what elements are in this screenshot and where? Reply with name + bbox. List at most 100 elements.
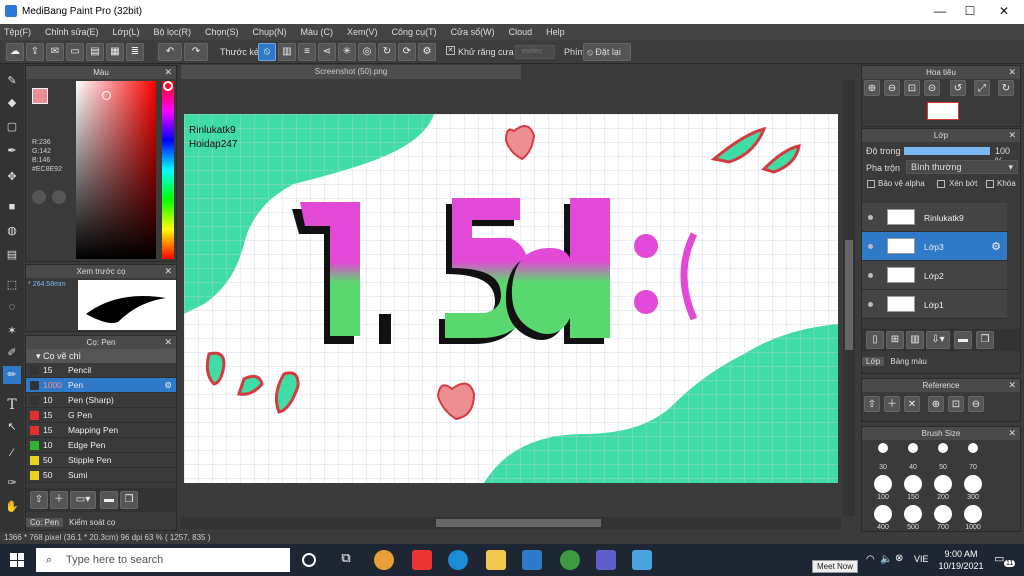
canvas[interactable]: Rinlukatk9 Hoidap247 bbox=[184, 114, 838, 483]
menu-window[interactable]: Cửa sổ(W) bbox=[451, 27, 495, 37]
no-ruler-icon[interactable]: ⦸ bbox=[258, 43, 276, 61]
maximize-button[interactable]: ☐ bbox=[960, 4, 980, 18]
app-icon[interactable] bbox=[560, 550, 580, 570]
undo-button[interactable]: ↶ bbox=[158, 43, 182, 61]
close-icon[interactable]: ✕ bbox=[1008, 427, 1016, 440]
brush-size-dot[interactable] bbox=[964, 505, 982, 523]
windows-start-icon[interactable] bbox=[10, 553, 24, 567]
folder-icon[interactable]: ▬ bbox=[100, 491, 118, 509]
taskbar-search-box[interactable]: ⌕ Type here to search bbox=[36, 548, 290, 572]
menu-color[interactable]: Màu (C) bbox=[301, 27, 334, 37]
fullscreen-icon[interactable]: ⤢ bbox=[974, 80, 990, 96]
brush-item[interactable]: 1000 Pen ⚙ bbox=[26, 378, 176, 393]
horizontal-scrollbar[interactable] bbox=[181, 517, 841, 529]
select-pen-icon[interactable]: ✐ bbox=[3, 344, 21, 362]
perspective-icon[interactable]: ⋖ bbox=[318, 43, 336, 61]
notification-icon[interactable]: ▭ bbox=[994, 552, 1004, 565]
chat-icon[interactable]: ▭ bbox=[66, 43, 84, 61]
pen-tool-icon[interactable]: ✒ bbox=[3, 142, 21, 160]
new-layer-plus-icon[interactable]: ⊞ bbox=[886, 331, 904, 349]
ellipse-icon[interactable]: ⟳ bbox=[398, 43, 416, 61]
eraser-tool-icon[interactable]: ◆ bbox=[3, 94, 21, 112]
document-tab[interactable]: Screenshot (50).png bbox=[181, 65, 521, 79]
close-button[interactable]: ✕ bbox=[994, 4, 1014, 18]
blend-select[interactable]: Bình thường ▾ bbox=[906, 160, 1018, 174]
gear-icon[interactable]: ⚙ bbox=[991, 240, 1001, 253]
zoom-out-icon[interactable]: ⊖ bbox=[968, 396, 984, 412]
layer-row[interactable]: Rinlukatk9 bbox=[862, 203, 1007, 232]
edge-icon[interactable] bbox=[448, 550, 468, 570]
vertical-scroll-thumb[interactable] bbox=[845, 240, 853, 350]
rotate-right-icon[interactable]: ↻ bbox=[998, 80, 1014, 96]
remove-reference-icon[interactable]: ✕ bbox=[904, 396, 920, 412]
wifi-icon[interactable]: ◠ bbox=[866, 554, 875, 565]
brush-size-dot[interactable] bbox=[908, 443, 918, 453]
menu-select[interactable]: Chọn(S) bbox=[205, 27, 239, 37]
brush-size-dot[interactable] bbox=[874, 505, 892, 523]
tab-brush-control[interactable]: Kiểm soát cọ bbox=[65, 518, 119, 527]
dropper-icon[interactable]: ✑ bbox=[3, 474, 21, 492]
rotate-left-icon[interactable]: ↺ bbox=[950, 80, 966, 96]
menu-layer[interactable]: Lớp(L) bbox=[113, 27, 140, 37]
close-notify-icon[interactable]: ⊗ bbox=[895, 553, 903, 564]
brush-size-dot[interactable] bbox=[878, 443, 888, 453]
menu-filter[interactable]: Bộ lọc(R) bbox=[153, 27, 191, 37]
clip-checkbox[interactable] bbox=[937, 180, 945, 188]
fit-icon[interactable]: ⊡ bbox=[948, 396, 964, 412]
saturation-field[interactable] bbox=[76, 81, 156, 259]
menu-edit[interactable]: Chỉnh sửa(E) bbox=[45, 27, 99, 37]
zoom-reset-icon[interactable]: ⊝ bbox=[924, 80, 940, 96]
eyedropper-tool-icon[interactable]: ⁄ bbox=[3, 444, 21, 462]
document-icon[interactable]: ▤ bbox=[86, 43, 104, 61]
lasso-tool-icon[interactable]: ◌ bbox=[3, 298, 21, 316]
visibility-icon[interactable] bbox=[868, 244, 873, 249]
gradient-tool-icon[interactable]: ▤ bbox=[3, 246, 21, 264]
operation-tool-icon[interactable]: ↖ bbox=[3, 418, 21, 436]
visibility-icon[interactable] bbox=[868, 302, 873, 307]
copy-layer-icon[interactable]: ▥ bbox=[906, 331, 924, 349]
navigator-thumbnail[interactable] bbox=[927, 102, 959, 120]
protect-alpha-checkbox[interactable] bbox=[867, 180, 875, 188]
cloud-icon[interactable]: ☁ bbox=[6, 43, 24, 61]
close-icon[interactable]: ✕ bbox=[164, 265, 172, 278]
palette-icon[interactable] bbox=[32, 190, 46, 204]
layer-row[interactable]: Lớp1 bbox=[862, 290, 1007, 319]
menu-help[interactable]: Help bbox=[546, 27, 565, 37]
add-brush-menu-icon[interactable]: ▭▾ bbox=[70, 491, 96, 509]
comment-icon[interactable]: ✉ bbox=[46, 43, 64, 61]
bucket-tool-icon[interactable]: ◍ bbox=[3, 222, 21, 240]
brush-item[interactable]: 50 Sumi bbox=[26, 468, 176, 483]
fit-icon[interactable]: ⊡ bbox=[904, 80, 920, 96]
close-icon[interactable]: ✕ bbox=[1008, 379, 1016, 392]
brush-group-header[interactable]: ▾ Cọ vẽ chì bbox=[26, 349, 176, 363]
magic-wand-icon[interactable]: ✶ bbox=[3, 322, 21, 340]
open-reference-icon[interactable]: ⇧ bbox=[864, 396, 880, 412]
dot-tool-icon[interactable]: ▢ bbox=[3, 118, 21, 136]
parallel-ruler-icon[interactable]: ▥ bbox=[278, 43, 296, 61]
tab-brush[interactable]: Cọ: Pen bbox=[26, 518, 63, 527]
zoom-in-icon[interactable]: ⊕ bbox=[928, 396, 944, 412]
select-input[interactable]: eselec bbox=[515, 45, 555, 59]
cortana-icon[interactable] bbox=[302, 553, 316, 567]
brush-size-dot[interactable] bbox=[904, 505, 922, 523]
duplicate-icon[interactable]: ❐ bbox=[120, 491, 138, 509]
radial-icon[interactable]: ✳ bbox=[338, 43, 356, 61]
add-brush-icon[interactable]: ＋ bbox=[50, 491, 68, 509]
chrome-icon[interactable] bbox=[374, 550, 394, 570]
mail-icon[interactable] bbox=[522, 550, 542, 570]
brush-size-dot[interactable] bbox=[934, 475, 952, 493]
list-icon[interactable]: ≣ bbox=[126, 43, 144, 61]
menu-tools[interactable]: Công cụ(T) bbox=[392, 27, 437, 37]
brush-size-dot[interactable] bbox=[968, 443, 978, 453]
layer-row[interactable]: Lớp3 ⚙ bbox=[862, 232, 1007, 261]
folder-icon[interactable]: ▬ bbox=[954, 331, 972, 349]
brush-size-dot[interactable] bbox=[874, 475, 892, 493]
menu-snap[interactable]: Chụp(N) bbox=[253, 27, 287, 37]
select-eraser-icon[interactable]: ✏ bbox=[3, 366, 21, 384]
hue-slider[interactable] bbox=[162, 81, 174, 259]
visibility-icon[interactable] bbox=[868, 273, 873, 278]
volume-icon[interactable]: 🔈 bbox=[880, 554, 892, 565]
gear-icon[interactable]: ⚙ bbox=[164, 378, 172, 393]
layer-row[interactable]: Lớp2 bbox=[862, 261, 1007, 290]
close-icon[interactable]: ✕ bbox=[1008, 66, 1016, 79]
